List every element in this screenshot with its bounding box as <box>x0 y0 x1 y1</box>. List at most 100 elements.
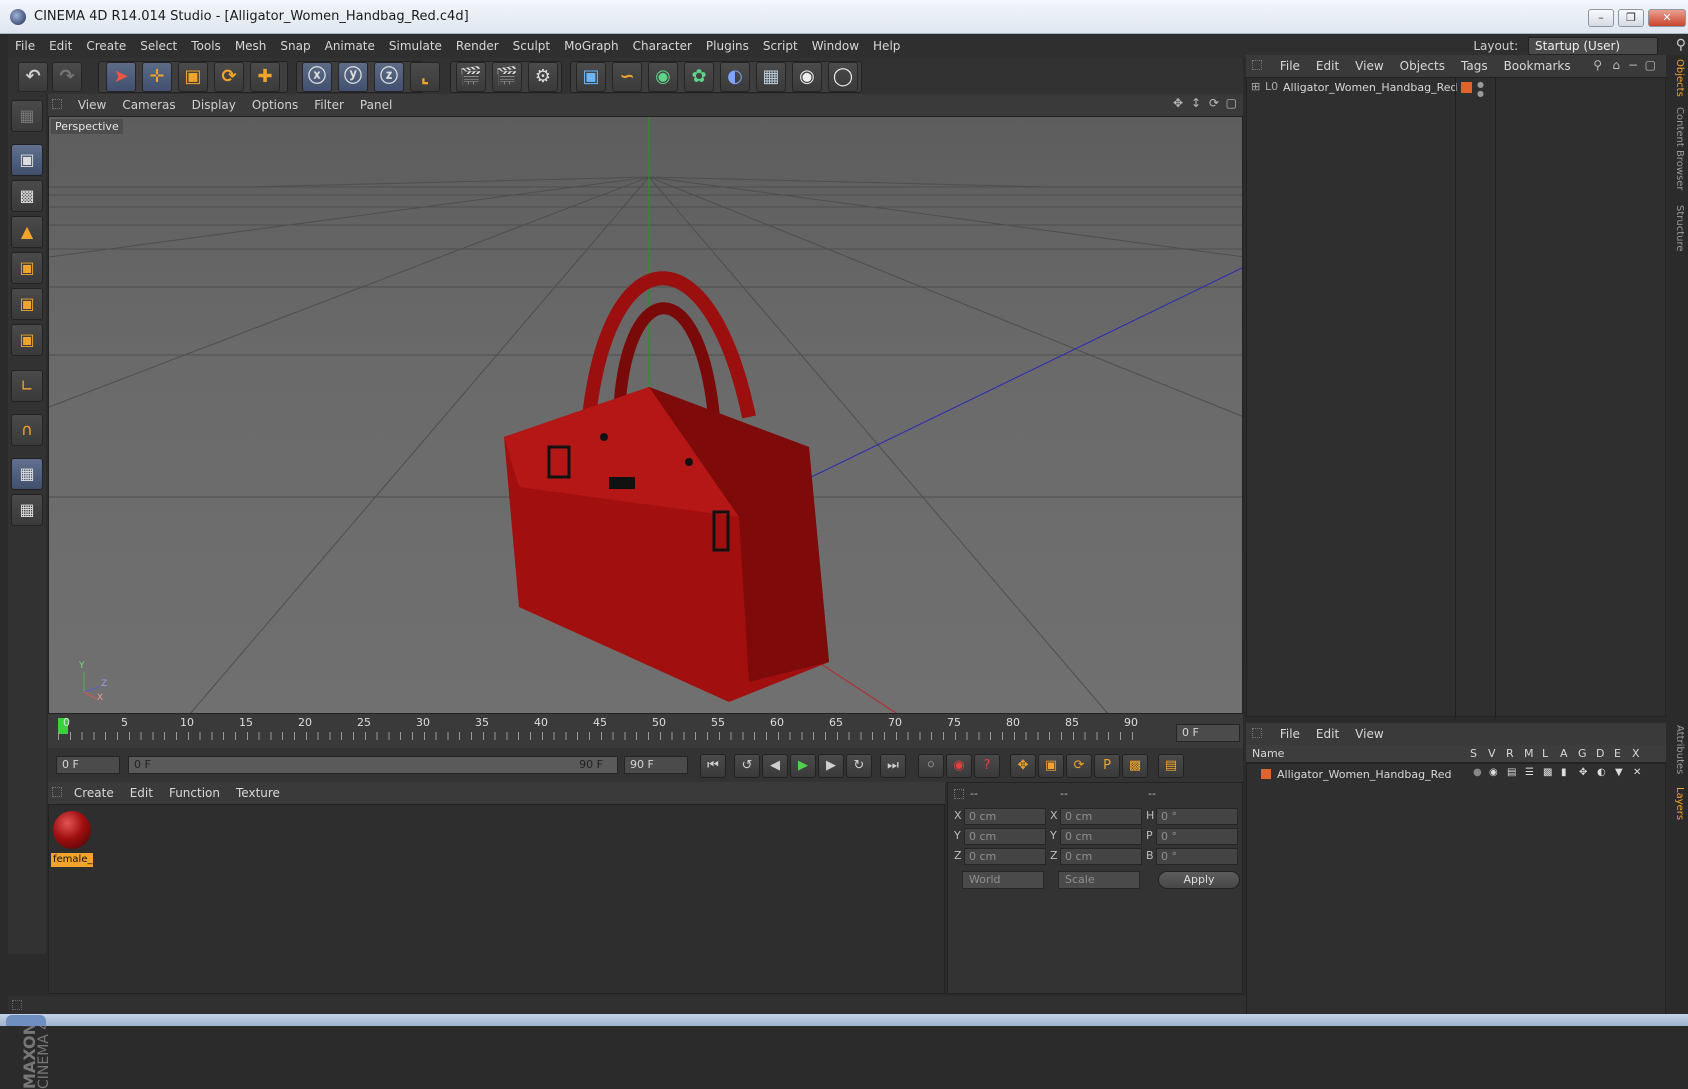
menu-window[interactable]: Window <box>805 34 866 58</box>
size-z-field[interactable]: 0 cm <box>1060 848 1142 865</box>
previous-key-icon[interactable]: ↺ <box>734 754 760 778</box>
viewport-menu-cameras[interactable]: Cameras <box>114 94 183 116</box>
material-menu-texture[interactable]: Texture <box>228 782 288 804</box>
flag-manager[interactable]: M <box>1524 747 1534 760</box>
start-button[interactable] <box>6 1015 46 1026</box>
go-to-end-icon[interactable]: ⏭ <box>880 754 906 778</box>
lock-icon[interactable]: ▩ <box>1543 767 1552 778</box>
pan-view-icon[interactable]: ✥ <box>1173 96 1183 110</box>
camera-icon[interactable]: ◉ <box>792 62 822 92</box>
menu-file[interactable]: File <box>8 34 42 58</box>
perspective-viewport[interactable]: Perspective Y Z X <box>48 116 1243 714</box>
go-to-start-icon[interactable]: ⏮ <box>700 754 726 778</box>
flag-solo[interactable]: S <box>1470 747 1477 760</box>
render-view-icon[interactable]: 🎬 <box>456 62 486 92</box>
object-menu-view[interactable]: View <box>1347 55 1391 77</box>
object-menu-bookmarks[interactable]: Bookmarks <box>1496 55 1579 77</box>
tab-layers[interactable]: Layers <box>1669 787 1685 820</box>
flag-generators[interactable]: G <box>1578 747 1587 760</box>
next-frame-icon[interactable]: ▶ <box>818 754 844 778</box>
key-pla-icon[interactable]: ▩ <box>1122 754 1148 778</box>
menu-mograph[interactable]: MoGraph <box>557 34 626 58</box>
flag-expressions[interactable]: E <box>1614 747 1621 760</box>
layer-menu-edit[interactable]: Edit <box>1308 723 1347 745</box>
deformer-toggle-icon[interactable]: ◐ <box>1597 767 1606 778</box>
manager-toggle-icon[interactable]: ☰ <box>1525 767 1534 778</box>
object-menu-tags[interactable]: Tags <box>1453 55 1496 77</box>
redo-icon[interactable]: ↷ <box>52 62 82 92</box>
tab-structure[interactable]: Structure <box>1669 205 1685 252</box>
next-key-icon[interactable]: ↻ <box>846 754 872 778</box>
undo-icon[interactable]: ↶ <box>18 62 48 92</box>
animation-toggle-icon[interactable]: ▮ <box>1561 767 1567 778</box>
layer-color-tag[interactable] <box>1461 82 1472 93</box>
menu-tools[interactable]: Tools <box>184 34 228 58</box>
rotation-p-field[interactable]: 0 ° <box>1156 828 1238 845</box>
spline-icon[interactable]: ∽ <box>612 62 642 92</box>
workplane-icon[interactable]: ▦ <box>11 494 43 526</box>
menu-character[interactable]: Character <box>626 34 699 58</box>
maximize-button[interactable]: ❐ <box>1618 9 1644 27</box>
menu-help[interactable]: Help <box>866 34 907 58</box>
coordinate-system-icon[interactable]: ⌞ <box>410 62 440 92</box>
live-selection-icon[interactable]: ✚ <box>250 62 280 92</box>
home-icon[interactable]: ⌂ <box>1612 58 1620 72</box>
object-menu-file[interactable]: File <box>1272 55 1308 77</box>
timeline-ruler[interactable]: 0 5 10 15 20 25 30 35 40 45 50 55 60 65 … <box>48 714 1243 748</box>
menu-snap[interactable]: Snap <box>273 34 317 58</box>
key-parameter-icon[interactable]: P <box>1094 754 1120 778</box>
object-row[interactable]: ⊞ L0 Alligator_Women_Handbag_Red ● ● <box>1247 78 1667 98</box>
maximize-view-icon[interactable]: ▢ <box>1226 96 1237 110</box>
key-rotation-icon[interactable]: ⟳ <box>1066 754 1092 778</box>
flag-locked[interactable]: L <box>1542 747 1548 760</box>
layer-name[interactable]: Alligator_Women_Handbag_Red <box>1277 768 1451 781</box>
menu-create[interactable]: Create <box>79 34 133 58</box>
position-z-field[interactable]: 0 cm <box>964 848 1046 865</box>
coordinate-mode-dropdown[interactable]: Scale <box>1058 871 1140 889</box>
keyframe-selection-icon[interactable]: ? <box>974 754 1000 778</box>
new-window-icon[interactable]: ▢ <box>1645 58 1656 72</box>
xref-toggle-icon[interactable]: ✕ <box>1633 767 1641 778</box>
menu-animate[interactable]: Animate <box>318 34 382 58</box>
menu-plugins[interactable]: Plugins <box>699 34 756 58</box>
menu-mesh[interactable]: Mesh <box>228 34 274 58</box>
generator-toggle-icon[interactable]: ✥ <box>1579 767 1587 778</box>
expand-icon[interactable]: ⊞ <box>1251 80 1260 93</box>
end-frame-field[interactable]: 90 F <box>624 756 688 774</box>
handbag-model[interactable] <box>504 271 829 702</box>
layer-row[interactable]: Alligator_Women_Handbag_Red ● ◉ ▤ ☰ ▩ ▮ … <box>1247 766 1667 784</box>
flag-animation[interactable]: A <box>1560 747 1568 760</box>
material-menu-edit[interactable]: Edit <box>122 782 161 804</box>
rotation-b-field[interactable]: 0 ° <box>1156 848 1238 865</box>
z-axis-lock-icon[interactable]: ⓩ <box>374 62 404 92</box>
menu-select[interactable]: Select <box>133 34 184 58</box>
timeline-settings-icon[interactable]: ▤ <box>1158 754 1184 778</box>
viewport-menu-options[interactable]: Options <box>244 94 306 116</box>
render-toggle-icon[interactable]: ▤ <box>1507 767 1516 778</box>
points-mode-icon[interactable]: ▣ <box>11 252 43 284</box>
edges-mode-icon[interactable]: ▣ <box>11 288 43 320</box>
viewport-menu-display[interactable]: Display <box>184 94 244 116</box>
scale-tool-icon[interactable]: ▣ <box>178 62 208 92</box>
key-scale-icon[interactable]: ▣ <box>1038 754 1064 778</box>
autokey-icon[interactable]: ◉ <box>946 754 972 778</box>
menu-sculpt[interactable]: Sculpt <box>506 34 557 58</box>
render-picture-viewer-icon[interactable]: 🎬 <box>492 62 522 92</box>
cube-primitive-icon[interactable]: ▣ <box>576 62 606 92</box>
model-mode-icon[interactable]: ▣ <box>11 144 43 176</box>
move-tool-icon[interactable]: ✛ <box>142 62 172 92</box>
eye-icon[interactable]: ◉ <box>1489 767 1498 778</box>
solo-toggle-icon[interactable]: ● <box>1473 767 1482 778</box>
search-icon[interactable]: ⚲ <box>1676 37 1686 53</box>
viewport-menu-panel[interactable]: Panel <box>352 94 400 116</box>
flag-deformers[interactable]: D <box>1596 747 1604 760</box>
menu-edit[interactable]: Edit <box>42 34 79 58</box>
render-settings-icon[interactable]: ⚙ <box>528 62 558 92</box>
record-keyframe-icon[interactable]: ⚪ <box>918 754 944 778</box>
tab-objects[interactable]: Objects <box>1669 59 1685 97</box>
size-x-field[interactable]: 0 cm <box>1060 808 1142 825</box>
start-frame-field[interactable]: 0 F <box>56 756 120 774</box>
frame-range-slider[interactable]: 0 F 90 F <box>128 756 618 774</box>
light-icon[interactable]: ◯ <box>828 62 858 92</box>
key-position-icon[interactable]: ✥ <box>1010 754 1036 778</box>
